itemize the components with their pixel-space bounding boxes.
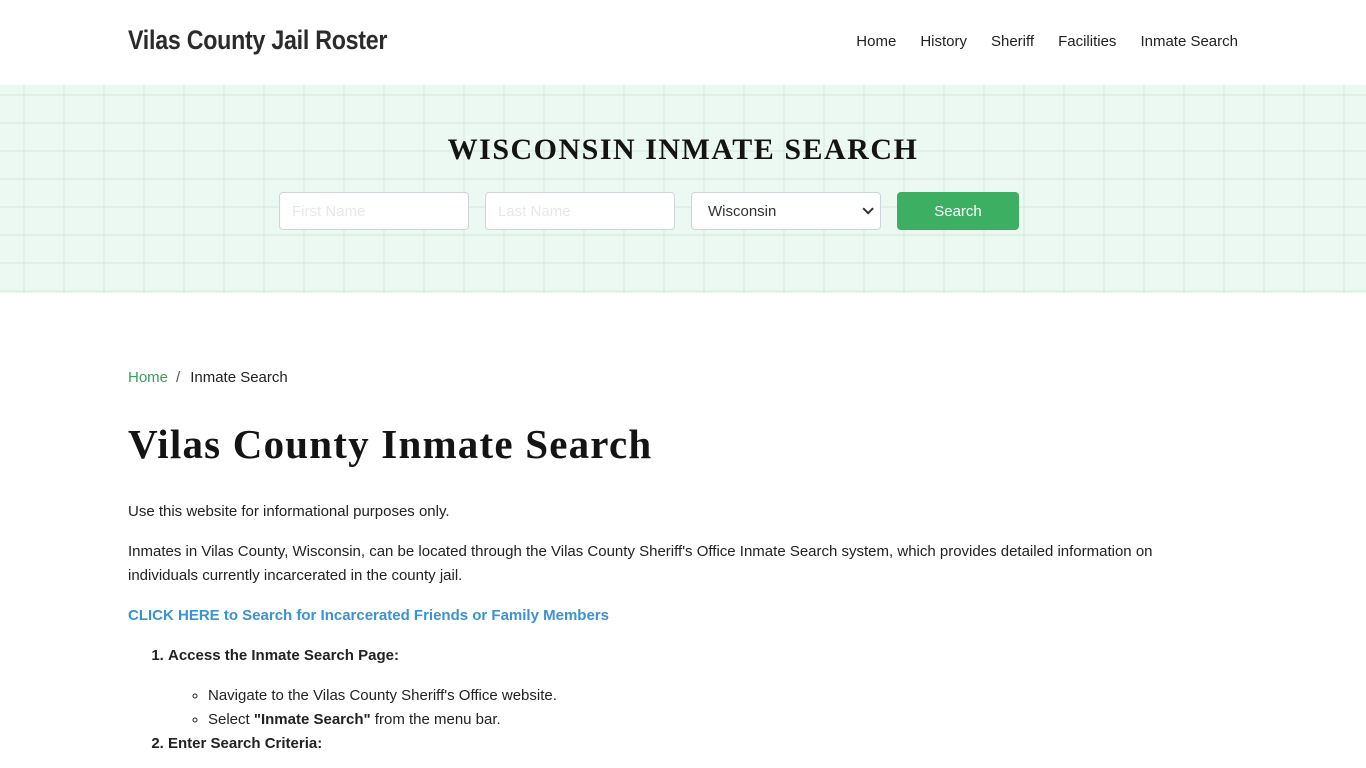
breadcrumb-home[interactable]: Home: [128, 369, 168, 386]
state-select-value: Wisconsin: [708, 202, 777, 220]
step-substeps: Navigate to the Vilas County Sheriff's O…: [168, 684, 1208, 732]
step-title: Access the Inmate Search Page:: [168, 647, 399, 664]
nav-history[interactable]: History: [920, 33, 967, 50]
substep-item: Select "Inmate Search" from the menu bar…: [208, 708, 1208, 732]
nav-sheriff[interactable]: Sheriff: [991, 33, 1034, 50]
hero-title: WISCONSIN INMATE SEARCH: [447, 133, 919, 166]
disclaimer-paragraph: Use this website for informational purpo…: [128, 503, 450, 520]
last-name-input[interactable]: [485, 192, 675, 230]
site-header: Vilas County Jail Roster Home History Sh…: [0, 0, 1366, 85]
state-select[interactable]: Wisconsin: [691, 192, 881, 230]
nav-inmate-search[interactable]: Inmate Search: [1140, 33, 1238, 50]
breadcrumb-current: Inmate Search: [190, 369, 288, 386]
chevron-down-icon: [862, 203, 874, 215]
hero-search-banner: WISCONSIN INMATE SEARCH Wisconsin Search: [0, 85, 1366, 293]
nav-facilities[interactable]: Facilities: [1058, 33, 1116, 50]
intro-paragraph: Inmates in Vilas County, Wisconsin, can …: [128, 543, 1153, 584]
site-brand[interactable]: Vilas County Jail Roster: [128, 25, 387, 56]
steps-list: Access the Inmate Search Page: Navigate …: [128, 644, 1208, 756]
page-title: Vilas County Inmate Search: [128, 421, 653, 467]
breadcrumb: Home / Inmate Search: [128, 369, 288, 386]
substep-item: Navigate to the Vilas County Sheriff's O…: [208, 684, 1208, 708]
search-cta-link[interactable]: CLICK HERE to Search for Incarcerated Fr…: [128, 607, 609, 624]
search-button[interactable]: Search: [897, 192, 1019, 230]
step-title: Enter Search Criteria:: [168, 735, 323, 752]
article-body: Use this website for informational purpo…: [128, 500, 1208, 756]
main-nav: Home History Sheriff Facilities Inmate S…: [832, 33, 1238, 50]
inmate-search-form: Wisconsin Search: [279, 192, 1019, 230]
step-item: Access the Inmate Search Page: Navigate …: [168, 644, 1208, 732]
step-item: Enter Search Criteria:: [168, 732, 1208, 756]
breadcrumb-separator: /: [176, 369, 181, 386]
nav-home[interactable]: Home: [856, 33, 896, 50]
first-name-input[interactable]: [279, 192, 469, 230]
